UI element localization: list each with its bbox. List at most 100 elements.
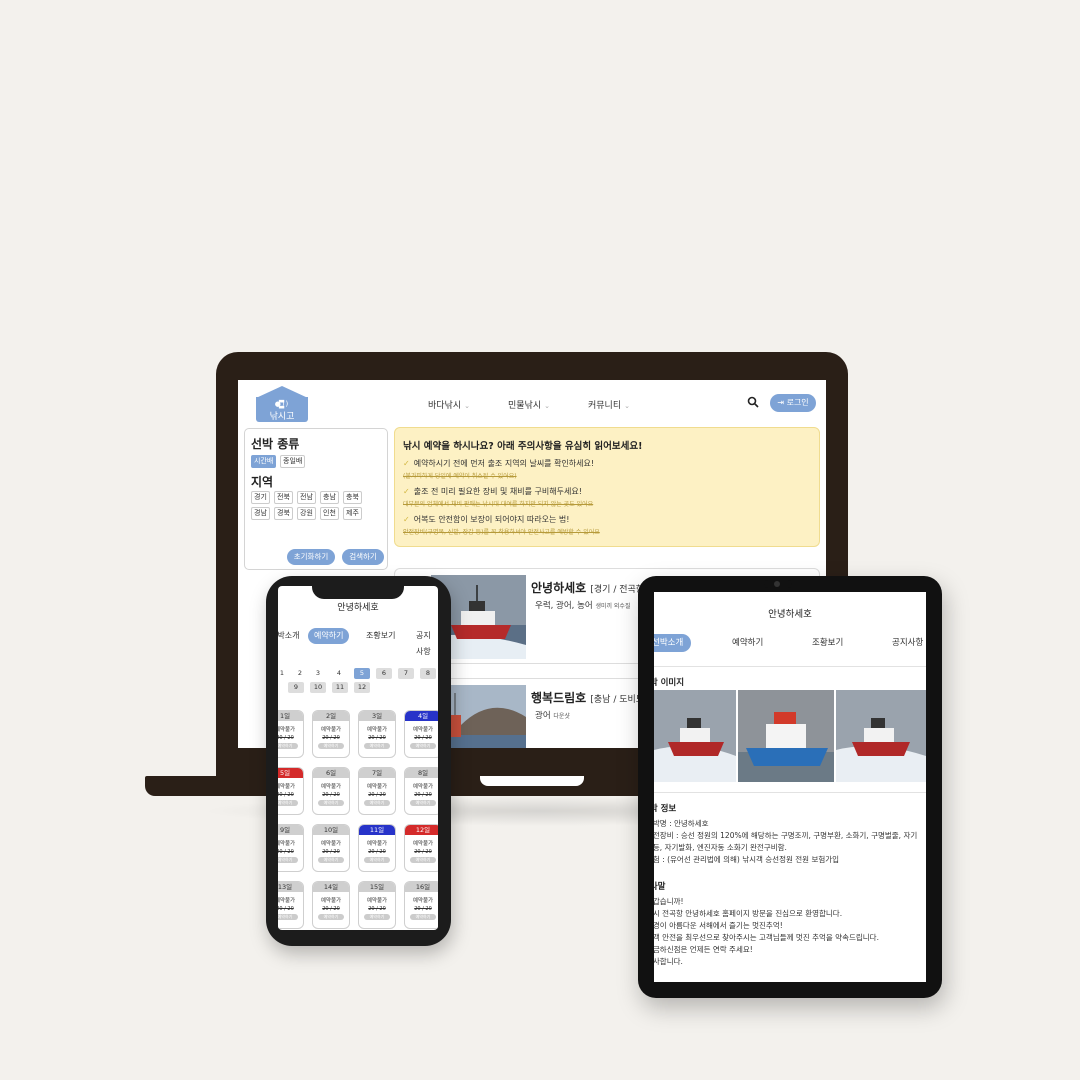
day-status: 예약불가 — [412, 898, 434, 904]
boat-type-option[interactable]: 종일배 — [280, 455, 306, 468]
calendar-day[interactable]: 6일 예약불가 20 / 20 예약하기 — [312, 767, 350, 815]
month-option[interactable]: 11 — [332, 682, 348, 693]
day-label: 10일 — [313, 825, 349, 835]
month-option[interactable]: 10 — [310, 682, 326, 693]
calendar-day[interactable]: 4일 예약불가 20 / 20 예약하기 — [404, 710, 438, 758]
month-option[interactable]: 8 — [420, 668, 436, 679]
calendar-day[interactable]: 16일 예약불가 20 / 20 예약하기 — [404, 881, 438, 929]
calendar-day[interactable]: 1일예약불가 20 / 20 예약하기 — [278, 710, 304, 758]
calendar-day[interactable]: 11일 예약불가 20 / 20 예약하기 — [358, 824, 396, 872]
day-reserve-button[interactable]: 예약하기 — [364, 800, 390, 806]
day-status: 예약불가 — [412, 841, 434, 847]
region-option[interactable]: 충북 — [343, 491, 362, 504]
day-capacity: 20 / 20 — [368, 849, 386, 855]
month-option[interactable]: 7 — [398, 668, 414, 679]
calendar-day[interactable]: 15일 예약불가 20 / 20 예약하기 — [358, 881, 396, 929]
month-option[interactable]: 1 — [278, 668, 290, 679]
day-capacity: 20 / 20 — [278, 906, 294, 912]
nav-sea-fishing[interactable]: 바다낚시 ⌄ — [428, 398, 470, 411]
region-option[interactable]: 경남 — [251, 507, 270, 520]
region-option[interactable]: 인천 — [320, 507, 339, 520]
info-line: 선박명 : 안녕하세호 — [654, 819, 709, 828]
region-option[interactable]: 경기 — [251, 491, 270, 504]
fish-icon: ▬ ●)) ▬ — [274, 397, 290, 411]
boat-image-gallery — [654, 690, 926, 782]
tab-catch-report[interactable]: 조황보기 — [360, 628, 401, 644]
month-option[interactable]: 2 — [292, 668, 308, 679]
month-option[interactable]: 6 — [376, 668, 392, 679]
calendar-day[interactable]: 2일 예약불가 20 / 20 예약하기 — [312, 710, 350, 758]
tab-boat-intro[interactable]: 선박소개 — [278, 628, 305, 644]
divider — [654, 666, 926, 667]
chevron-down-icon: ⌄ — [544, 402, 550, 410]
month-option[interactable]: 4 — [331, 668, 347, 679]
day-reserve-button[interactable]: 예약하기 — [364, 914, 390, 920]
day-status: 예약불가 — [278, 898, 296, 904]
region-option[interactable]: 전북 — [274, 491, 293, 504]
check-icon: ✓ — [403, 487, 410, 496]
region-option[interactable]: 제주 — [343, 507, 362, 520]
tab-reservation[interactable]: 예약하기 — [732, 634, 763, 652]
tab-notice[interactable]: 공지사항 — [892, 634, 923, 652]
day-label: 9일 — [278, 825, 303, 835]
nav-community[interactable]: 커뮤니티 ⌄ — [588, 398, 630, 411]
day-reserve-button[interactable]: 예약하기 — [318, 800, 344, 806]
calendar-day[interactable]: 10일 예약불가 20 / 20 예약하기 — [312, 824, 350, 872]
boat-type-option[interactable]: 시간배 — [251, 455, 277, 468]
region-option[interactable]: 경북 — [274, 507, 293, 520]
day-reserve-button[interactable]: 예약하기 — [410, 857, 436, 863]
month-option[interactable]: 5 — [354, 668, 370, 679]
calendar-day[interactable]: 14일 예약불가 20 / 20 예약하기 — [312, 881, 350, 929]
greeting-line: 고객 안전을 최우선으로 찾아주시는 고객님들께 멋진 추억을 약속드립니다. — [654, 933, 879, 942]
day-reserve-button[interactable]: 예약하기 — [278, 743, 298, 749]
calendar-day[interactable]: 12일 예약불가 20 / 20 예약하기 — [404, 824, 438, 872]
day-capacity: 20 / 20 — [322, 849, 340, 855]
calendar-day[interactable]: 8일 예약불가 20 / 20 예약하기 — [404, 767, 438, 815]
region-option[interactable]: 충남 — [320, 491, 339, 504]
tab-reservation[interactable]: 예약하기 — [308, 628, 350, 644]
day-reserve-button[interactable]: 예약하기 — [410, 914, 436, 920]
notice-subtext: (불가피하게 당일에 예약이 취소될 수 있어요) — [403, 473, 517, 480]
day-status: 예약불가 — [320, 727, 342, 733]
camera-lens-icon — [774, 581, 780, 587]
search-button[interactable]: 검색하기 — [342, 549, 384, 565]
calendar-day[interactable]: 5일예약불가 20 / 20 예약하기 — [278, 767, 304, 815]
day-reserve-button[interactable]: 예약하기 — [318, 914, 344, 920]
calendar-day[interactable]: 13일예약불가 20 / 20 예약하기 — [278, 881, 304, 929]
calendar-day[interactable]: 7일 예약불가 20 / 20 예약하기 — [358, 767, 396, 815]
day-reserve-button[interactable]: 예약하기 — [364, 857, 390, 863]
day-reserve-button[interactable]: 예약하기 — [410, 743, 436, 749]
day-reserve-button[interactable]: 예약하기 — [278, 914, 298, 920]
reset-button[interactable]: 초기화하기 — [287, 549, 335, 565]
notice-title: 낚시 예약을 하시나요? 아래 주의사항을 유심히 읽어보세요! — [403, 441, 643, 452]
login-button[interactable]: ⇥ 로그인 — [770, 394, 816, 412]
day-reserve-button[interactable]: 예약하기 — [410, 800, 436, 806]
day-status: 예약불가 — [366, 784, 388, 790]
day-label: 14일 — [313, 882, 349, 892]
day-reserve-button[interactable]: 예약하기 — [278, 800, 298, 806]
month-option[interactable]: 3 — [310, 668, 326, 679]
chevron-down-icon: ⌄ — [624, 402, 630, 410]
tab-catch-report[interactable]: 조황보기 — [812, 634, 843, 652]
tab-boat-intro[interactable]: 선박소개 — [654, 634, 692, 652]
day-reserve-button[interactable]: 예약하기 — [278, 857, 298, 863]
day-capacity: 20 / 20 — [278, 735, 294, 741]
day-capacity: 20 / 20 — [322, 906, 340, 912]
logo-text: 낚시고 — [269, 412, 295, 422]
day-reserve-button[interactable]: 예약하기 — [318, 857, 344, 863]
month-option[interactable]: 12 — [354, 682, 370, 693]
day-reserve-button[interactable]: 예약하기 — [364, 743, 390, 749]
region-option[interactable]: 강원 — [297, 507, 316, 520]
nav-freshwater-fishing[interactable]: 민물낚시 ⌄ — [508, 398, 550, 411]
calendar-day[interactable]: 9일예약불가 20 / 20 예약하기 — [278, 824, 304, 872]
month-option[interactable]: 9 — [288, 682, 304, 693]
check-icon: ✓ — [403, 515, 410, 524]
site-logo[interactable]: ▬ ●)) ▬ 낚시고 — [256, 386, 308, 422]
day-status: 예약불가 — [366, 841, 388, 847]
calendar-day[interactable]: 3일 예약불가 20 / 20 예약하기 — [358, 710, 396, 758]
boat-photo — [738, 690, 834, 782]
tab-notice[interactable]: 공지사항 — [410, 628, 438, 656]
search-icon[interactable] — [747, 396, 759, 408]
region-option[interactable]: 전남 — [297, 491, 316, 504]
day-reserve-button[interactable]: 예약하기 — [318, 743, 344, 749]
